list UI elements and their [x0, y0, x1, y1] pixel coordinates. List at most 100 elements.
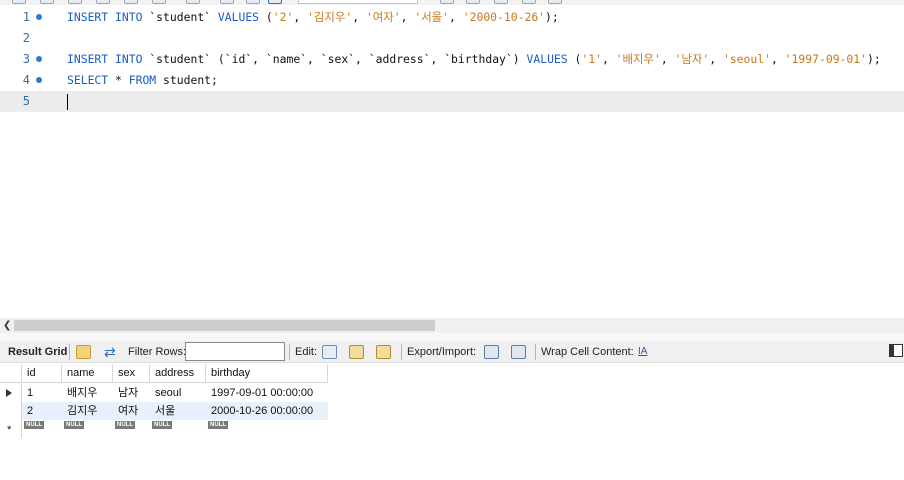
sql-text: ,	[770, 52, 785, 66]
sql-text: student;	[156, 73, 218, 87]
divider	[535, 344, 536, 360]
sql-text: );	[866, 52, 881, 66]
code-text[interactable]: INSERT INTO `student` (`id`, `name`, `se…	[67, 49, 881, 70]
add-row-icon[interactable]	[349, 345, 364, 359]
export-icon[interactable]	[484, 345, 499, 359]
editor-line[interactable]: 2	[0, 28, 904, 49]
sql-string: '1'	[581, 52, 602, 66]
toolbar-icon[interactable]	[268, 0, 282, 4]
sql-keyword: SELECT	[67, 73, 109, 87]
cell-birthday[interactable]: 1997-09-01 00:00:00	[206, 384, 328, 402]
cell-name[interactable]: 김지우	[62, 402, 113, 420]
code-text[interactable]: INSERT INTO `student` VALUES ('2', '김지우'…	[67, 7, 559, 28]
cell-id[interactable]: 2	[22, 402, 62, 420]
cell-id[interactable]: 1	[22, 384, 62, 402]
divider	[69, 344, 70, 360]
new-row-header[interactable]: *	[0, 420, 22, 438]
current-row-arrow-icon	[6, 389, 12, 397]
grid-view-icon[interactable]	[76, 345, 91, 359]
sql-string: '배지우'	[615, 52, 661, 66]
toolbar-icon[interactable]	[548, 0, 562, 4]
statement-marker-icon	[36, 56, 42, 62]
sql-keyword: INTO	[115, 10, 143, 24]
toolbar-icon[interactable]	[152, 0, 166, 4]
row-header[interactable]	[0, 384, 22, 402]
text-caret	[67, 94, 68, 110]
cell-name[interactable]: 배지우	[62, 384, 113, 402]
statement-marker-icon	[36, 77, 42, 83]
toolbar-icon[interactable]	[522, 0, 536, 4]
cell-address[interactable]: seoul	[150, 384, 206, 402]
new-row-marker: *	[7, 424, 12, 436]
column-header-name[interactable]: name	[62, 364, 113, 383]
cell-address[interactable]: 서울	[150, 402, 206, 420]
toolbar-icon[interactable]	[68, 0, 82, 4]
toolbar-icon[interactable]	[440, 0, 454, 4]
null-badge[interactable]: NULL	[208, 421, 228, 429]
editor-line[interactable]: 4 SELECT * FROM student;	[0, 70, 904, 91]
sql-text: ,	[400, 10, 415, 24]
sql-text: ,	[449, 10, 463, 24]
filter-rows-label: Filter Rows:	[128, 346, 187, 358]
table-row[interactable]: 2 김지우 여자 서울 2000-10-26 00:00:00	[22, 402, 328, 420]
cell-sex[interactable]: 남자	[113, 384, 150, 402]
code-text[interactable]: SELECT * FROM student;	[67, 70, 218, 91]
column-header-birthday[interactable]: birthday	[206, 364, 328, 383]
sql-text: `student` (`id`, `name`, `sex`, `address…	[142, 52, 527, 66]
divider	[289, 344, 290, 360]
table-row[interactable]: 1 배지우 남자 seoul 1997-09-01 00:00:00	[22, 384, 328, 402]
null-badge[interactable]: NULL	[64, 421, 84, 429]
null-badge[interactable]: NULL	[152, 421, 172, 429]
sql-text: ,	[601, 52, 616, 66]
cell-sex[interactable]: 여자	[113, 402, 150, 420]
sql-keyword: VALUES	[526, 52, 568, 66]
sql-text: ,	[352, 10, 366, 24]
column-header-sex[interactable]: sex	[113, 364, 150, 383]
result-grid: id name sex address birthday 1 배지우 남자 seoul 1997-…	[0, 364, 904, 480]
edit-label: Edit:	[295, 346, 318, 358]
wrap-cell-content-icon[interactable]: IA	[638, 341, 647, 363]
toolbar-icon[interactable]	[494, 0, 508, 4]
sql-text: (	[567, 52, 582, 66]
toolbar-icon[interactable]	[186, 0, 200, 4]
limit-select[interactable]	[298, 0, 418, 4]
sql-string: '남자'	[674, 52, 710, 66]
edit-row-icon[interactable]	[322, 345, 337, 359]
divider	[401, 344, 402, 360]
toolbar-icon[interactable]	[466, 0, 480, 4]
toolbar-icon[interactable]	[220, 0, 234, 4]
sql-keyword: VALUES	[217, 10, 260, 24]
filter-rows-input[interactable]	[185, 342, 285, 361]
row-header[interactable]	[0, 402, 22, 420]
column-header-address[interactable]: address	[150, 364, 206, 383]
sql-string: '2'	[272, 10, 294, 24]
line-number: 1	[22, 10, 30, 24]
column-header-id[interactable]: id	[22, 364, 62, 383]
toolbar-icon[interactable]	[96, 0, 110, 4]
toolbar-icon[interactable]	[246, 0, 260, 4]
sql-text: );	[545, 10, 559, 24]
editor-line[interactable]: 3 INSERT INTO `student` (`id`, `name`, `s…	[0, 49, 904, 70]
null-badge[interactable]: NULL	[24, 421, 44, 429]
grid-corner[interactable]	[0, 364, 22, 383]
scrollbar-thumb[interactable]	[14, 320, 435, 331]
editor-line[interactable]: 5	[0, 91, 904, 112]
editor-line[interactable]: 1 INSERT INTO `student` VALUES ('2', '김지우…	[0, 7, 904, 28]
scroll-left-arrow-icon[interactable]: ❮	[3, 319, 11, 332]
toolbar-icon[interactable]	[40, 0, 54, 4]
toggle-side-panel-icon[interactable]	[889, 344, 903, 357]
sql-editor[interactable]: 1 INSERT INTO `student` VALUES ('2', '김지우…	[0, 5, 904, 318]
toolbar-icon[interactable]	[12, 0, 26, 4]
toolbar-icon[interactable]	[124, 0, 138, 4]
delete-row-icon[interactable]	[376, 345, 391, 359]
editor-horizontal-scrollbar[interactable]: ❮	[0, 318, 904, 333]
splitter[interactable]	[0, 333, 904, 341]
null-badge[interactable]: NULL	[115, 421, 135, 429]
sql-keyword: INSERT	[67, 52, 109, 66]
result-grid-tab[interactable]: Result Grid	[8, 341, 67, 363]
cell-birthday[interactable]: 2000-10-26 00:00:00	[206, 402, 328, 420]
refresh-icon[interactable]: ⇄	[104, 345, 119, 359]
import-icon[interactable]	[511, 345, 526, 359]
